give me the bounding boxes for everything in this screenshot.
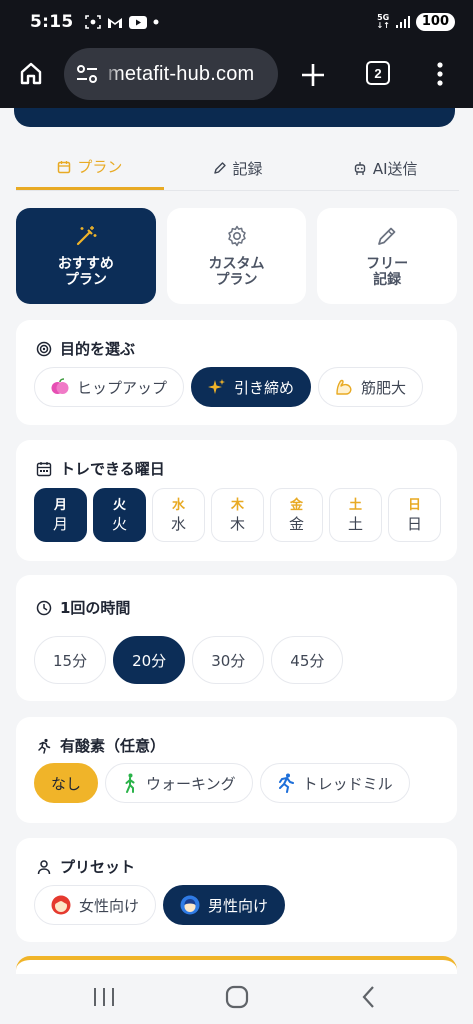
new-tab-icon[interactable] xyxy=(300,62,326,88)
more-menu-icon[interactable] xyxy=(436,61,444,87)
status-bar: 5:15 5G ↓↑ 100 xyxy=(0,0,473,44)
goal-card: 目的を選ぶ ヒップアップ 引き締め 筋肥大 xyxy=(16,320,457,425)
youtube-icon xyxy=(129,15,148,29)
gmail-icon xyxy=(108,17,123,28)
duration-15[interactable]: 15分 xyxy=(34,636,107,684)
calendar-icon xyxy=(36,461,52,476)
mode-custom-plan[interactable]: カスタム プラン xyxy=(166,208,307,304)
duration-options: 15分 20分 30分 45分 xyxy=(34,636,344,684)
preset-title: プリセット xyxy=(60,858,136,876)
pencil-icon xyxy=(378,227,396,245)
mode-selector: おすすめ プラン カスタム プラン フリー 記録 xyxy=(16,208,458,304)
home-nav-icon[interactable] xyxy=(224,980,250,1014)
training-days-card: トレできる曜日 月月 火火 水水 木木 金金 土土 日日 xyxy=(16,440,457,561)
sparkles-icon xyxy=(208,379,226,394)
site-settings-icon[interactable] xyxy=(76,64,98,84)
duration-title: 1回の時間 xyxy=(60,599,131,617)
tab-switcher-button[interactable]: 2 xyxy=(366,61,390,85)
back-icon[interactable] xyxy=(358,980,380,1014)
header-banner-bottom xyxy=(14,108,455,127)
duration-20[interactable]: 20分 xyxy=(113,636,186,684)
day-friday[interactable]: 金金 xyxy=(270,488,323,542)
day-options: 月月 火火 水水 木木 金金 土土 日日 xyxy=(34,488,441,542)
mode-recommended-plan[interactable]: おすすめ プラン xyxy=(16,208,156,304)
cardio-option-walking[interactable]: ウォーキング xyxy=(105,763,253,803)
preset-option-female[interactable]: 女性向け xyxy=(34,885,157,925)
page-content: プラン 記録 AI送信 おすすめ プラン カスタム プラン フリー 記録 目的を… xyxy=(0,108,473,974)
tab-ai-send[interactable]: AI送信 xyxy=(311,146,459,190)
screenshot-icon xyxy=(85,15,102,29)
target-icon xyxy=(36,341,52,356)
day-wednesday[interactable]: 水水 xyxy=(152,488,205,542)
calendar-icon xyxy=(58,160,71,173)
duration-card: 1回の時間 15分 20分 30分 45分 xyxy=(16,575,457,701)
goal-option-hypertrophy[interactable]: 筋肥大 xyxy=(318,367,424,407)
status-time: 5:15 xyxy=(30,12,74,32)
training-days-title: トレできる曜日 xyxy=(60,460,165,478)
recent-apps-icon[interactable] xyxy=(92,980,116,1014)
goal-title: 目的を選ぶ xyxy=(60,340,136,358)
man-face-icon xyxy=(180,895,200,915)
day-tuesday[interactable]: 火火 xyxy=(93,488,146,542)
magic-wand-icon xyxy=(76,226,97,246)
cardio-title: 有酸素（任意） xyxy=(60,737,166,755)
tab-plan[interactable]: プラン xyxy=(16,146,164,190)
running-person-icon xyxy=(278,773,294,793)
flexed-arm-icon xyxy=(336,379,352,395)
day-sunday[interactable]: 日日 xyxy=(388,488,441,542)
home-icon[interactable] xyxy=(18,60,44,86)
day-thursday[interactable]: 木木 xyxy=(211,488,264,542)
notification-icons xyxy=(85,15,159,29)
preset-option-male[interactable]: 男性向け xyxy=(163,885,286,925)
next-section-peek xyxy=(16,956,457,974)
goal-option-hip-up[interactable]: ヒップアップ xyxy=(34,367,185,407)
peach-icon xyxy=(51,378,69,394)
walking-person-icon xyxy=(125,773,135,793)
day-monday[interactable]: 月月 xyxy=(34,488,87,542)
cardio-option-none[interactable]: なし xyxy=(34,763,99,803)
robot-icon xyxy=(354,161,366,175)
dot-icon xyxy=(153,19,159,25)
preset-card: プリセット 女性向け 男性向け xyxy=(16,838,457,942)
duration-45[interactable]: 45分 xyxy=(271,636,344,684)
mode-free-record[interactable]: フリー 記録 xyxy=(317,208,458,304)
duration-30[interactable]: 30分 xyxy=(192,636,265,684)
cardio-card: 有酸素（任意） なし ウォーキング トレッドミル xyxy=(16,717,457,823)
woman-face-icon xyxy=(51,895,71,915)
system-nav-bar xyxy=(0,974,473,1024)
clock-icon xyxy=(36,600,52,615)
cardio-option-treadmill[interactable]: トレッドミル xyxy=(259,763,410,803)
tab-record[interactable]: 記録 xyxy=(164,146,312,190)
browser-toolbar: metafit-hub.com 2 xyxy=(0,44,473,108)
address-bar[interactable]: metafit-hub.com xyxy=(64,48,278,100)
goal-options: ヒップアップ 引き締め 筋肥大 xyxy=(34,367,424,407)
main-tabs: プラン 記録 AI送信 xyxy=(16,146,459,190)
pencil-icon xyxy=(213,162,226,174)
goal-option-toning[interactable]: 引き締め xyxy=(191,367,312,407)
preset-options: 女性向け 男性向け xyxy=(34,885,286,925)
network-indicator: 5G ↓↑ xyxy=(376,13,390,30)
day-saturday[interactable]: 土土 xyxy=(329,488,382,542)
gear-icon xyxy=(227,225,246,247)
running-person-icon xyxy=(38,738,51,754)
battery-indicator: 100 xyxy=(415,13,455,31)
signal-icon xyxy=(395,16,410,28)
person-icon xyxy=(37,859,51,874)
cardio-options: なし ウォーキング トレッドミル xyxy=(34,763,410,803)
url-text: metafit-hub.com xyxy=(108,62,255,85)
